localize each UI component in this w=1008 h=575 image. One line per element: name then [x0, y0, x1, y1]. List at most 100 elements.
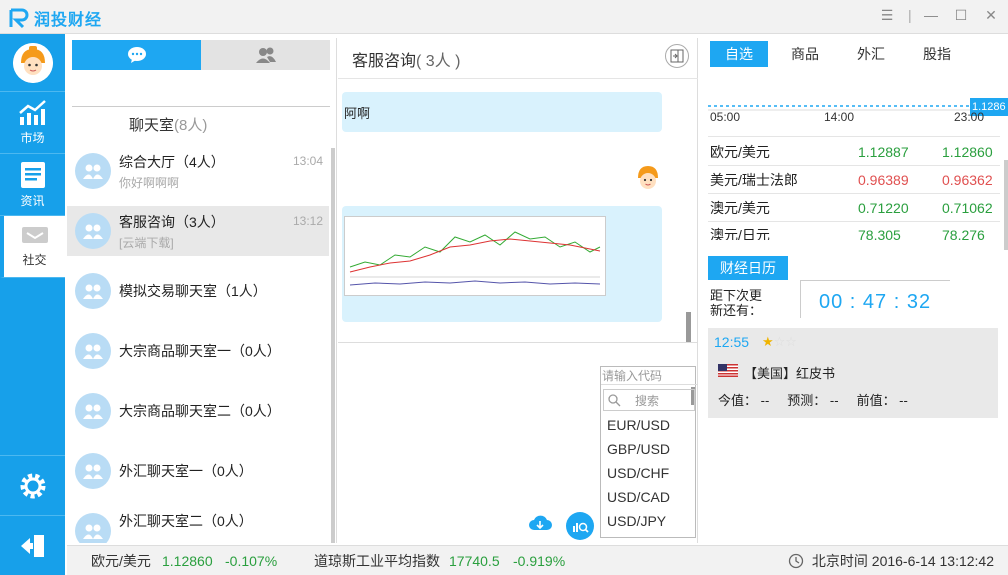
quote-ask: 1.12860: [942, 144, 993, 160]
avatar[interactable]: [12, 42, 53, 83]
chat-message-text: 阿啊: [344, 106, 371, 121]
menu-icon[interactable]: ☰: [878, 6, 896, 24]
economic-calendar-button[interactable]: 财经日历: [708, 256, 788, 280]
minimize-icon[interactable]: —: [922, 6, 940, 24]
expand-button[interactable]: [665, 44, 689, 68]
nav-market-label: 市场: [20, 131, 45, 145]
chat-room-name: 客服咨询: [352, 53, 417, 70]
app-logo: 润投财经: [8, 6, 102, 30]
chat-message-image[interactable]: [342, 206, 662, 322]
close-icon[interactable]: ✕: [982, 6, 1000, 24]
stock-search-button[interactable]: [566, 512, 594, 540]
room-name: 综合大厅（4人）: [119, 154, 225, 170]
nav-social[interactable]: 社交: [0, 216, 65, 278]
search-input[interactable]: 搜索: [603, 389, 695, 411]
room-time: 13:12: [292, 214, 323, 228]
nav-news[interactable]: 资讯: [0, 154, 65, 216]
divider: [708, 136, 1000, 137]
countdown-box: 00 : 47 : 32: [800, 280, 950, 318]
tab-contacts[interactable]: [201, 40, 330, 70]
time-axis-label: 14:00: [824, 110, 855, 124]
room-item[interactable]: 综合大厅（4人） 13:04 你好啊啊啊: [67, 146, 329, 196]
quote-bid: 1.12887: [858, 144, 909, 160]
app-title: 润投财经: [34, 12, 103, 29]
ticker-change: -0.919%: [513, 553, 566, 569]
quote-ask: 0.71062: [942, 200, 993, 216]
exit-button[interactable]: [0, 515, 65, 575]
quote-row[interactable]: 澳元/美元 0.71220 0.71062: [710, 194, 998, 222]
room-list-scrollbar[interactable]: [331, 148, 335, 543]
logo-icon: [9, 8, 29, 29]
stock-search-icon: [573, 522, 589, 533]
quote-row[interactable]: 澳元/日元 78.305 78.276: [710, 222, 998, 240]
event-previous: 前值： --: [856, 393, 908, 408]
news-doc-icon: [20, 162, 45, 188]
room-avatar-icon: [75, 333, 111, 369]
ticker-name: 欧元/美元: [91, 553, 151, 569]
room-time: 13:04: [292, 154, 323, 168]
tab-forex[interactable]: 外汇: [842, 41, 900, 67]
room-avatar-icon: [75, 213, 111, 249]
quote-row[interactable]: 欧元/美元 1.12887 1.12860: [710, 138, 998, 166]
cloud-download-icon[interactable]: [528, 514, 552, 534]
code-option[interactable]: GBP/USD: [607, 441, 670, 457]
beijing-time: 北京时间 2016-6-14 13:12:42: [811, 553, 994, 569]
quote-ask: 78.276: [942, 227, 985, 240]
room-item[interactable]: 模拟交易聊天室（1人）: [67, 266, 329, 316]
left-nav: 市场 资讯 社交: [0, 34, 65, 575]
search-icon: [608, 394, 621, 407]
importance-stars: ★☆☆: [762, 334, 797, 349]
ticker-price: 1.12860: [162, 553, 213, 569]
chart-screenshot-image[interactable]: [344, 216, 606, 296]
title-bar: 润投财经 ☰ | — ☐ ✕: [0, 0, 1008, 34]
avatar: [638, 166, 658, 189]
calendar-event-card[interactable]: 12:55 ★☆☆ 【美国】红皮书 今值： -- 预测： -- 前值： --: [708, 328, 998, 418]
room-name: 大宗商品聊天室一（0人）: [119, 343, 281, 359]
settings-button[interactable]: [0, 455, 65, 515]
code-input[interactable]: 请输入代码: [601, 367, 697, 385]
maximize-icon[interactable]: ☐: [952, 6, 970, 24]
clock: 北京时间 2016-6-14 13:12:42: [788, 546, 994, 575]
event-title: 【美国】红皮书: [744, 366, 836, 381]
tab-commodities[interactable]: 商品: [776, 41, 834, 67]
chat-message: 阿啊: [342, 92, 662, 132]
code-option[interactable]: USD/JPY: [607, 513, 666, 529]
nav-market[interactable]: 市场: [0, 92, 65, 154]
quotes-scrollbar[interactable]: [1004, 160, 1008, 250]
tab-indices[interactable]: 股指: [908, 41, 966, 67]
code-option[interactable]: USD/CAD: [607, 489, 670, 505]
quote-bid: 0.96389: [858, 172, 909, 188]
chat-title: 客服咨询( 3人 ): [352, 47, 460, 71]
room-item[interactable]: 外汇聊天室一（0人）: [67, 446, 329, 496]
countdown-timer: 00 : 47 : 32: [819, 291, 932, 313]
chat-bubbles-icon: [127, 47, 146, 63]
chat-member-count: ( 3人 ): [416, 53, 461, 70]
divider: [338, 342, 698, 343]
quote-row[interactable]: 美元/瑞士法郎 0.96389 0.96362: [710, 166, 998, 194]
room-name: 客服咨询（3人）: [119, 214, 225, 230]
contacts-icon: [255, 47, 276, 63]
code-search-popup: 请输入代码 搜索 EUR/USD GBP/USD USD/CHF USD/CAD…: [600, 366, 697, 538]
market-chart-icon: [18, 100, 46, 125]
tab-chat-rooms[interactable]: [72, 40, 201, 70]
room-item[interactable]: 外汇聊天室二（0人）: [67, 506, 329, 543]
room-item[interactable]: 客服咨询（3人） 13:12 [云端下载]: [67, 206, 329, 256]
quote-name: 欧元/美元: [710, 144, 770, 160]
separator: |: [908, 7, 912, 23]
room-item[interactable]: 大宗商品聊天室二（0人）: [67, 386, 329, 436]
code-option[interactable]: EUR/USD: [607, 417, 670, 433]
event-actual: 今值： --: [718, 393, 770, 408]
room-last-message: [云端下载]: [119, 236, 174, 250]
gear-icon: [20, 473, 45, 498]
room-last-message: 你好啊啊啊: [119, 176, 180, 190]
tab-watchlist[interactable]: 自选: [710, 41, 768, 67]
time-axis-label: 05:00: [710, 110, 741, 124]
quote-name: 澳元/日元: [710, 227, 770, 240]
room-item[interactable]: 大宗商品聊天室一（0人）: [67, 326, 329, 376]
status-bar: 欧元/美元 1.12860 -0.107% 道琼斯工业平均指数 17740.5 …: [67, 545, 1008, 575]
quote-name: 澳元/美元: [710, 200, 770, 216]
room-avatar-icon: [75, 153, 111, 189]
code-option[interactable]: USD/CHF: [607, 465, 669, 481]
chat-scrollbar[interactable]: [686, 312, 691, 342]
room-name: 模拟交易聊天室（1人）: [119, 283, 267, 299]
